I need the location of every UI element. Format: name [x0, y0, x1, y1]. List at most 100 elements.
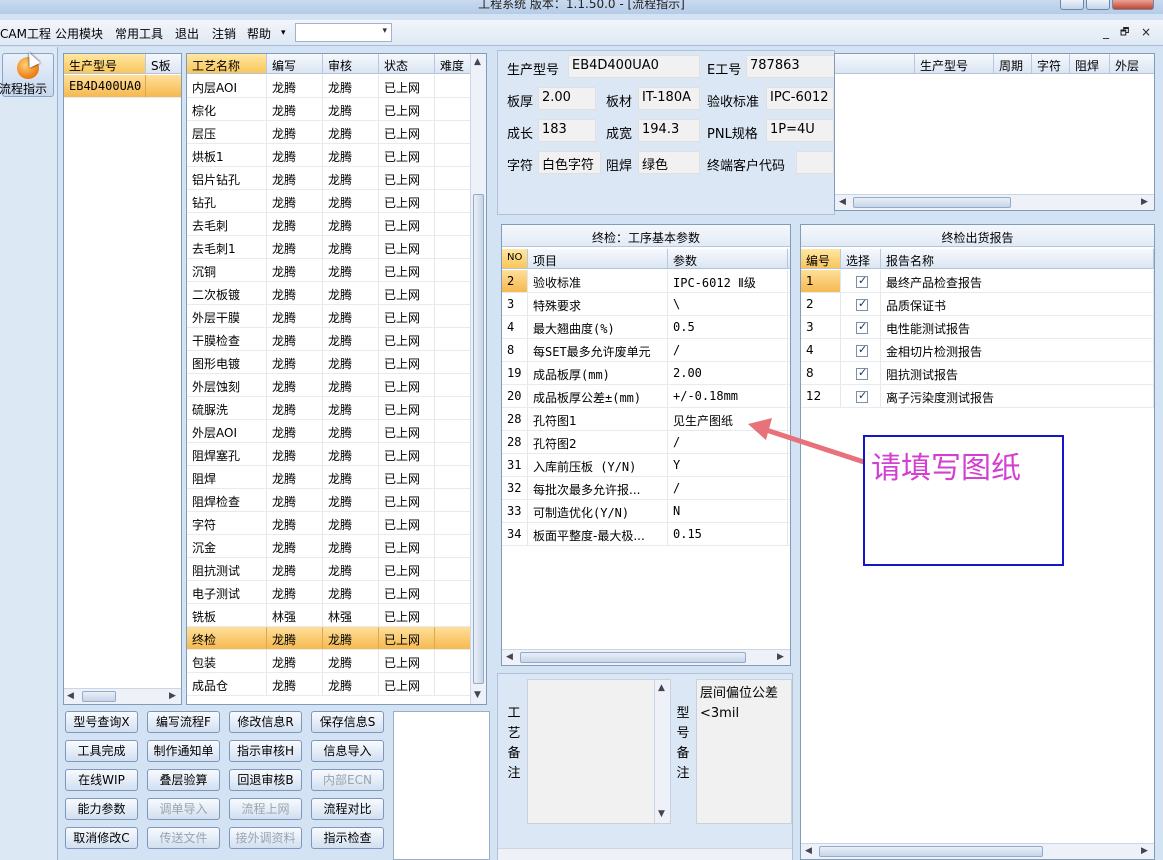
- params-hscroll[interactable]: ◀ ▶: [502, 649, 790, 665]
- action-button[interactable]: 编写流程F: [147, 711, 220, 733]
- process-row[interactable]: 内层AOI 龙腾 龙腾 已上网: [187, 75, 472, 98]
- process-header-reviewer[interactable]: 审核: [323, 54, 379, 73]
- action-button[interactable]: 修改信息R: [229, 711, 302, 733]
- action-button[interactable]: 流程对比: [311, 798, 384, 820]
- product-hscroll[interactable]: ◀ ▶: [64, 688, 181, 704]
- action-button[interactable]: 在线WIP: [65, 769, 138, 791]
- report-row[interactable]: 12 离子污染度测试报告: [801, 385, 1154, 408]
- reports-hscroll[interactable]: ◀ ▶: [801, 843, 1154, 859]
- process-row[interactable]: 沉铜 龙腾 龙腾 已上网: [187, 259, 472, 282]
- process-row[interactable]: 烘板1 龙腾 龙腾 已上网: [187, 144, 472, 167]
- reports-header-name[interactable]: 报告名称: [881, 249, 1154, 268]
- scroll-thumb[interactable]: [473, 194, 484, 684]
- process-row[interactable]: 去毛刺 龙腾 龙腾 已上网: [187, 213, 472, 236]
- mdi-close-icon[interactable]: ×: [1141, 25, 1151, 39]
- action-button[interactable]: 指示检查: [311, 827, 384, 849]
- product-header-model[interactable]: 生产型号: [64, 54, 146, 73]
- cycle-header-blank[interactable]: [835, 54, 915, 73]
- cycle-header-mask[interactable]: 阻焊: [1070, 54, 1110, 73]
- model-field[interactable]: EB4D400UA0: [568, 55, 700, 78]
- action-button[interactable]: 回退审核B: [229, 769, 302, 791]
- process-row[interactable]: 字符 龙腾 龙腾 已上网: [187, 512, 472, 535]
- process-header-difficulty[interactable]: 难度: [435, 54, 472, 73]
- params-header-value[interactable]: 参数: [668, 249, 788, 268]
- process-header-writer[interactable]: 编写: [267, 54, 323, 73]
- param-row[interactable]: 19 成品板厚(mm) 2.00: [502, 362, 790, 385]
- width-field[interactable]: 194.3: [638, 119, 700, 142]
- process-row[interactable]: 包装 龙腾 龙腾 已上网: [187, 650, 472, 673]
- param-row[interactable]: 20 成品板厚公差±(mm) +/-0.18mm: [502, 385, 790, 408]
- menu-combo-box[interactable]: ▾: [295, 23, 392, 42]
- maximize-button[interactable]: [1086, 0, 1110, 10]
- process-row[interactable]: 阻焊 龙腾 龙腾 已上网: [187, 466, 472, 489]
- scroll-down-icon[interactable]: ▼: [474, 690, 481, 700]
- reports-header-select[interactable]: 选择: [841, 249, 881, 268]
- scroll-thumb[interactable]: [520, 652, 746, 663]
- cycle-header-period[interactable]: 周期: [994, 54, 1032, 73]
- action-button[interactable]: 内部ECN: [311, 769, 384, 791]
- report-row[interactable]: 3 电性能测试报告: [801, 316, 1154, 339]
- scroll-right-icon[interactable]: ▶: [1141, 197, 1148, 207]
- model-remark-field[interactable]: 层间偏位公差<3mil: [696, 679, 792, 824]
- help-dropdown-icon[interactable]: ▾: [281, 28, 286, 38]
- process-row[interactable]: 二次板镀 龙腾 龙腾 已上网: [187, 282, 472, 305]
- scroll-up-icon[interactable]: ▲: [474, 57, 481, 67]
- scroll-thumb[interactable]: [853, 197, 1011, 208]
- process-row[interactable]: 阻焊塞孔 龙腾 龙腾 已上网: [187, 443, 472, 466]
- process-row[interactable]: 钻孔 龙腾 龙腾 已上网: [187, 190, 472, 213]
- action-button[interactable]: 制作通知单: [147, 740, 220, 762]
- params-header-no[interactable]: NO: [502, 249, 528, 268]
- menu-exit[interactable]: 退出: [175, 25, 199, 42]
- process-row[interactable]: 外层干膜 龙腾 龙腾 已上网: [187, 305, 472, 328]
- cycle-header-outer[interactable]: 外层: [1110, 54, 1154, 73]
- process-row[interactable]: 硫脲洗 龙腾 龙腾 已上网: [187, 397, 472, 420]
- process-row[interactable]: 棕化 龙腾 龙腾 已上网: [187, 98, 472, 121]
- report-row[interactable]: 4 金相切片检测报告: [801, 339, 1154, 362]
- param-row[interactable]: 4 最大翘曲度(%) 0.5: [502, 316, 790, 339]
- checkbox-checked-icon[interactable]: [856, 297, 868, 311]
- action-button[interactable]: 型号查询X: [65, 711, 138, 733]
- menu-help[interactable]: 帮助: [247, 25, 271, 42]
- remark-vscroll[interactable]: ▲ ▼: [654, 680, 670, 823]
- action-button[interactable]: 信息导入: [311, 740, 384, 762]
- action-button[interactable]: 传送文件: [147, 827, 220, 849]
- process-header-status[interactable]: 状态: [379, 54, 435, 73]
- param-row[interactable]: 2 验收标准 IPC-6012 Ⅱ级: [502, 270, 790, 293]
- process-row[interactable]: 阻抗测试 龙腾 龙腾 已上网: [187, 558, 472, 581]
- scroll-left-icon[interactable]: ◀: [805, 846, 812, 856]
- action-button[interactable]: 能力参数: [65, 798, 138, 820]
- params-header-item[interactable]: 项目: [528, 249, 668, 268]
- minimize-button[interactable]: [1060, 0, 1084, 10]
- process-remark-field[interactable]: ▲ ▼: [527, 679, 671, 824]
- process-row[interactable]: 外层AOI 龙腾 龙腾 已上网: [187, 420, 472, 443]
- menu-common-modules[interactable]: 公用模块: [55, 25, 103, 42]
- menu-common-tools[interactable]: 常用工具: [115, 25, 163, 42]
- standard-field[interactable]: IPC-6012: [766, 87, 834, 110]
- product-header-s[interactable]: S板: [146, 54, 181, 73]
- customer-field[interactable]: [796, 151, 834, 174]
- char-field[interactable]: 白色字符: [538, 151, 601, 174]
- scroll-left-icon[interactable]: ◀: [839, 197, 846, 207]
- scroll-down-icon[interactable]: ▼: [658, 809, 665, 819]
- checkbox-checked-icon[interactable]: [856, 343, 868, 357]
- length-field[interactable]: 183: [538, 119, 596, 142]
- report-row[interactable]: 2 品质保证书: [801, 293, 1154, 316]
- mask-field[interactable]: 绿色: [638, 151, 700, 174]
- report-row[interactable]: 8 阻抗测试报告: [801, 362, 1154, 385]
- cycle-header-char[interactable]: 字符: [1032, 54, 1070, 73]
- process-row[interactable]: 沉金 龙腾 龙腾 已上网: [187, 535, 472, 558]
- mdi-restore-icon[interactable]: 🗗: [1120, 25, 1129, 42]
- process-row[interactable]: 电子测试 龙腾 龙腾 已上网: [187, 581, 472, 604]
- param-row[interactable]: 3 特殊要求 \: [502, 293, 790, 316]
- checkbox-checked-icon[interactable]: [856, 274, 868, 288]
- process-header-name[interactable]: 工艺名称: [187, 54, 267, 73]
- scroll-left-icon[interactable]: ◀: [506, 652, 513, 662]
- mdi-minimize-icon[interactable]: _: [1103, 25, 1109, 39]
- action-button[interactable]: 接外调资料: [229, 827, 302, 849]
- process-row[interactable]: 层压 龙腾 龙腾 已上网: [187, 121, 472, 144]
- action-button[interactable]: 工具完成: [65, 740, 138, 762]
- action-button[interactable]: 调单导入: [147, 798, 220, 820]
- param-row[interactable]: 8 每SET最多允许废单元 /: [502, 339, 790, 362]
- process-row[interactable]: 干膜检查 龙腾 龙腾 已上网: [187, 328, 472, 351]
- reports-header-no[interactable]: 编号: [801, 249, 841, 268]
